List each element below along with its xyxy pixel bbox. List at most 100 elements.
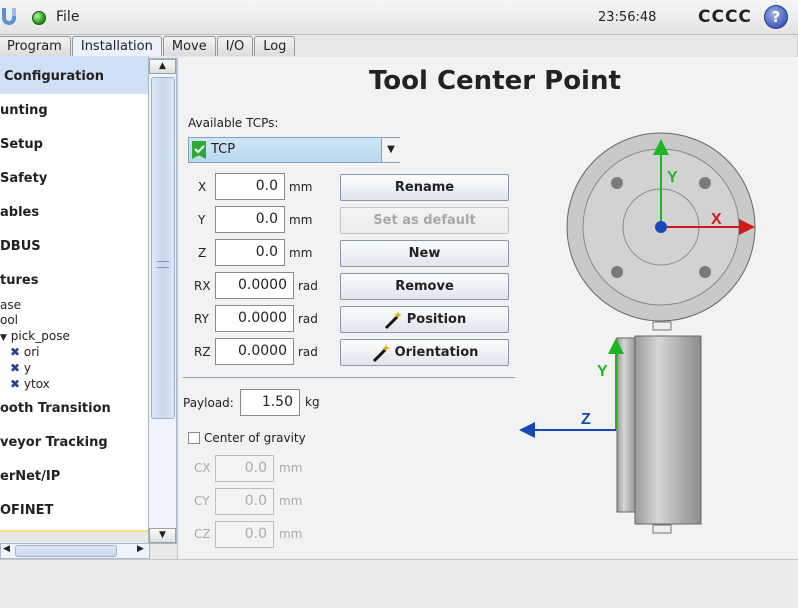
tab-log[interactable]: Log	[254, 36, 296, 56]
wand-icon	[372, 343, 390, 362]
main-tabs: Program Installation Move I/O Log	[0, 36, 296, 56]
tree-item-label: pick_pose	[10, 329, 70, 343]
y-axis-label: Y	[667, 169, 678, 186]
z-axis-label: Z	[581, 411, 591, 428]
tab-program[interactable]: Program	[0, 36, 71, 56]
set-as-default-button[interactable]: Set as default	[340, 207, 509, 234]
rx-field[interactable]: 0.0000	[215, 272, 294, 299]
tree-item-label: y	[23, 361, 31, 375]
ur-logo-icon	[2, 8, 16, 25]
available-tcps-label: Available TCPs:	[188, 116, 279, 130]
tree-item-safety[interactable]: Safety	[0, 171, 47, 186]
coord-label-rz: RZ	[194, 345, 211, 359]
payload-label: Payload:	[183, 396, 234, 410]
coord-label-y: Y	[198, 213, 206, 227]
wand-icon	[384, 310, 402, 329]
ry-field[interactable]: 0.0000	[215, 305, 294, 332]
tree-item-ori[interactable]: ✖ ori	[10, 345, 40, 359]
tool-flange-illustration: X Y Y Z	[519, 132, 756, 534]
tree-item-conveyor-tracking[interactable]: veyor Tracking	[0, 435, 108, 450]
section-divider	[183, 377, 515, 378]
check-icon	[194, 145, 205, 154]
expand-arrow-icon[interactable]: ▼	[0, 333, 7, 343]
tree-horizontal-scrollbar[interactable]: ◀ ▶	[0, 543, 150, 559]
button-label: Position	[406, 312, 467, 327]
rename-button[interactable]: Rename	[340, 174, 509, 201]
scroll-thumb[interactable]	[15, 545, 117, 557]
tab-installation[interactable]: Installation	[71, 36, 162, 56]
tree-item-label: ytox	[23, 377, 50, 391]
tree-item-tool[interactable]: ool	[0, 313, 18, 327]
installation-tree: Configuration unting Setup Safety ables …	[0, 56, 149, 531]
scroll-thumb[interactable]	[151, 77, 175, 419]
tree-item-highlight	[0, 530, 148, 532]
tree-item-pick-pose[interactable]: ▼ pick_pose	[0, 329, 70, 343]
side-y-axis-label: Y	[597, 363, 608, 380]
tree-item-smooth-transition[interactable]: ooth Transition	[0, 401, 111, 416]
tab-io[interactable]: I/O	[216, 36, 254, 56]
unit-label: rad	[298, 279, 318, 293]
position-wizard-button[interactable]: Position	[340, 306, 509, 333]
cog-label-cz: CZ	[194, 527, 211, 541]
grip-icon	[157, 261, 169, 268]
coord-label-ry: RY	[194, 312, 209, 326]
coord-label-z: Z	[198, 246, 207, 260]
robot-status-led-icon	[32, 11, 46, 25]
point-feature-icon: ✖	[10, 345, 21, 359]
payload-unit: kg	[305, 395, 320, 409]
file-menu[interactable]: File	[56, 9, 79, 25]
payload-field[interactable]: 1.50	[240, 389, 300, 416]
page-title: Tool Center Point	[369, 66, 621, 96]
coord-label-rx: RX	[194, 279, 211, 293]
tab-move[interactable]: Move	[162, 36, 216, 56]
status-bar	[0, 559, 798, 608]
top-bar: File 23:56:48 CCCC ?	[0, 0, 798, 35]
unit-label: mm	[279, 494, 303, 508]
tree-item-label: ori	[23, 345, 40, 359]
rz-field[interactable]: 0.0000	[215, 338, 294, 365]
scroll-left-icon[interactable]: ◀	[3, 544, 10, 554]
z-field[interactable]: 0.0	[215, 239, 285, 266]
tree-item-profinet[interactable]: OFINET	[0, 503, 53, 518]
tcp-dropdown[interactable]: TCP ▼	[188, 137, 400, 163]
tree-vertical-scrollbar[interactable]: ▲ ▼	[148, 58, 177, 544]
robot-name: CCCC	[698, 7, 752, 27]
tree-item-ethernet-ip[interactable]: erNet/IP	[0, 469, 60, 484]
point-feature-icon: ✖	[10, 377, 21, 391]
scroll-down-icon[interactable]: ▼	[149, 528, 176, 543]
center-of-gravity-label: Center of gravity	[204, 431, 306, 445]
button-label: Orientation	[394, 345, 479, 360]
tree-item-setup[interactable]: Setup	[0, 137, 43, 152]
tree-item-y[interactable]: ✖ y	[10, 361, 31, 375]
tree-item-modbus[interactable]: DBUS	[0, 239, 41, 254]
tree-item-variables[interactable]: ables	[0, 205, 39, 220]
unit-label: rad	[298, 312, 318, 326]
center-of-gravity-checkbox[interactable]	[188, 432, 200, 444]
coord-label-x: X	[198, 180, 207, 194]
remove-tcp-button[interactable]: Remove	[340, 273, 509, 300]
tree-item-base[interactable]: ase	[0, 298, 21, 312]
new-tcp-button[interactable]: New	[340, 240, 509, 267]
chevron-down-icon[interactable]: ▼	[381, 138, 400, 162]
tree-item-configuration[interactable]: Configuration	[4, 69, 104, 84]
flange-front-view: X Y	[566, 132, 756, 322]
scroll-up-icon[interactable]: ▲	[149, 59, 176, 74]
cog-label-cx: CX	[194, 461, 211, 475]
cz-field[interactable]: 0.0	[215, 521, 274, 548]
flange-side-view: Y Z	[519, 321, 702, 534]
tree-item-mounting[interactable]: unting	[0, 103, 48, 118]
help-icon[interactable]: ?	[764, 5, 788, 29]
tree-item-features[interactable]: tures	[0, 273, 38, 288]
unit-label: rad	[298, 345, 318, 359]
y-field[interactable]: 0.0	[215, 206, 285, 233]
tcp-dropdown-value: TCP	[211, 142, 236, 157]
tree-item-ytox[interactable]: ✖ ytox	[10, 377, 50, 391]
orientation-wizard-button[interactable]: Orientation	[340, 339, 509, 366]
clock: 23:56:48	[598, 10, 657, 25]
cx-field[interactable]: 0.0	[215, 455, 274, 482]
x-field[interactable]: 0.0	[215, 173, 285, 200]
point-feature-icon: ✖	[10, 361, 21, 375]
scroll-right-icon[interactable]: ▶	[137, 544, 144, 554]
cy-field[interactable]: 0.0	[215, 488, 274, 515]
unit-label: mm	[289, 180, 313, 194]
